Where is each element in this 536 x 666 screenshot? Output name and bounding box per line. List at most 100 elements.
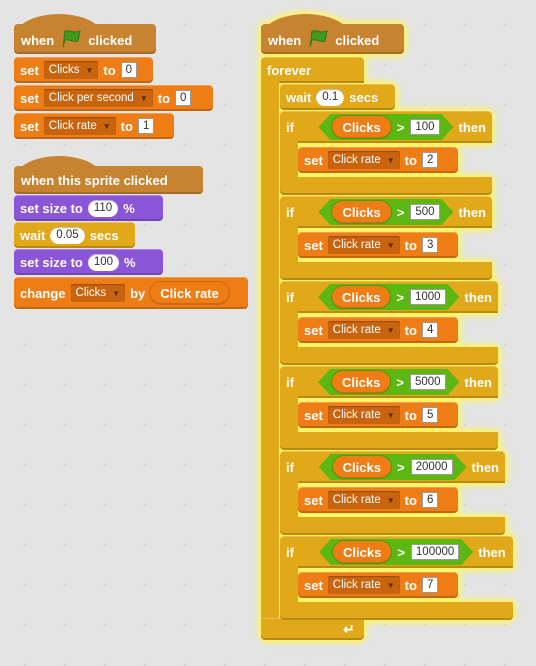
value-input[interactable]: 5 <box>421 407 439 423</box>
set-variable-block[interactable]: set Click rate ▼ to 4 <box>298 317 458 343</box>
to-label: to <box>404 152 417 168</box>
greater-than-operator[interactable]: Clicks > 20000 <box>319 454 467 480</box>
operator-label: > <box>396 204 405 220</box>
value-input[interactable]: 4 <box>421 322 439 338</box>
dropdown-value: Click rate <box>332 239 381 251</box>
threshold-input[interactable]: 500 <box>410 204 439 220</box>
variable-dropdown[interactable]: Click rate ▼ <box>327 406 400 424</box>
set-label: set <box>304 322 323 338</box>
greater-than-operator[interactable]: Clicks > 5000 <box>318 369 460 395</box>
if-header[interactable]: if Clicks > 5000 then <box>280 366 498 398</box>
dropdown-value: Click rate <box>332 494 381 506</box>
clicks-reporter[interactable]: Clicks <box>332 371 390 393</box>
threshold-input[interactable]: 5000 <box>410 374 446 390</box>
if-arm <box>280 396 298 436</box>
variable-dropdown[interactable]: Click rate ▼ <box>327 151 400 169</box>
then-label: then <box>458 119 486 135</box>
operator-label: > <box>396 374 404 390</box>
value-input[interactable]: 6 <box>421 492 439 508</box>
threshold-input[interactable]: 100 <box>410 119 439 135</box>
dropdown-value: Click rate <box>332 409 381 421</box>
set-label: set <box>304 152 323 168</box>
then-label: then <box>464 289 492 305</box>
script-forever-loop: when clicked forever ↵ wait 0.1 secs if … <box>0 0 536 666</box>
threshold-input[interactable]: 100000 <box>411 544 459 560</box>
to-label: to <box>404 492 417 508</box>
operator-label: > <box>396 459 405 475</box>
if-label: if <box>286 459 294 475</box>
greater-than-operator[interactable]: Clicks > 100000 <box>319 539 473 565</box>
then-label: then <box>478 544 506 560</box>
variable-dropdown[interactable]: Click rate ▼ <box>327 321 400 339</box>
dropdown-arrow-icon: ▼ <box>386 240 395 250</box>
set-variable-block[interactable]: set Click rate ▼ to 5 <box>298 402 458 428</box>
if-label: if <box>286 544 294 560</box>
clicks-reporter[interactable]: Clicks <box>332 201 390 223</box>
if-arm <box>280 566 298 606</box>
operator-label: > <box>397 544 405 560</box>
set-variable-block[interactable]: set Click rate ▼ to 2 <box>298 147 458 173</box>
forever-label: forever <box>267 62 312 78</box>
variable-dropdown[interactable]: Click rate ▼ <box>327 576 400 594</box>
then-label: then <box>471 459 499 475</box>
forever-footer: ↵ <box>261 618 364 640</box>
threshold-input[interactable]: 20000 <box>411 459 453 475</box>
dropdown-arrow-icon: ▼ <box>386 155 395 165</box>
dropdown-value: Click rate <box>332 154 381 166</box>
if-arm <box>280 481 298 521</box>
if-footer <box>280 602 513 620</box>
variable-dropdown[interactable]: Click rate ▼ <box>327 236 400 254</box>
dropdown-arrow-icon: ▼ <box>386 580 395 590</box>
if-header[interactable]: if Clicks > 1000 then <box>280 281 498 313</box>
if-label: if <box>286 374 294 390</box>
then-label: then <box>458 204 486 220</box>
to-label: to <box>404 322 417 338</box>
greater-than-operator[interactable]: Clicks > 1000 <box>318 284 460 310</box>
if-header[interactable]: if Clicks > 100000 then <box>280 536 513 568</box>
if-header[interactable]: if Clicks > 100 then <box>280 111 492 143</box>
to-label: to <box>404 237 417 253</box>
dropdown-arrow-icon: ▼ <box>386 325 395 335</box>
wait-input[interactable]: 0.1 <box>316 88 345 106</box>
when-label: when <box>268 33 302 48</box>
wait-block[interactable]: wait 0.1 secs <box>280 84 395 110</box>
if-footer <box>280 347 498 365</box>
dropdown-value: Click rate <box>332 324 381 336</box>
if-header[interactable]: if Clicks > 20000 then <box>280 451 505 483</box>
when-flag-clicked-hat[interactable]: when clicked <box>261 14 404 54</box>
to-label: to <box>404 407 417 423</box>
set-variable-block[interactable]: set Click rate ▼ to 6 <box>298 487 458 513</box>
value-input[interactable]: 3 <box>421 237 439 253</box>
value-input[interactable]: 7 <box>421 577 439 593</box>
if-header[interactable]: if Clicks > 500 then <box>280 196 492 228</box>
to-label: to <box>404 577 417 593</box>
greater-than-operator[interactable]: Clicks > 100 <box>318 114 453 140</box>
set-variable-block[interactable]: set Click rate ▼ to 7 <box>298 572 458 598</box>
dropdown-arrow-icon: ▼ <box>386 410 395 420</box>
if-label: if <box>286 289 294 305</box>
variable-dropdown[interactable]: Click rate ▼ <box>327 491 400 509</box>
if-arm <box>280 226 298 266</box>
if-footer <box>280 432 498 450</box>
greater-than-operator[interactable]: Clicks > 500 <box>318 199 453 225</box>
clicks-reporter[interactable]: Clicks <box>332 116 390 138</box>
if-footer <box>280 177 492 195</box>
if-label: if <box>286 119 294 135</box>
value-input[interactable]: 2 <box>421 152 439 168</box>
dropdown-arrow-icon: ▼ <box>386 495 395 505</box>
operator-label: > <box>396 289 404 305</box>
if-footer <box>280 517 505 535</box>
set-variable-block[interactable]: set Click rate ▼ to 3 <box>298 232 458 258</box>
set-label: set <box>304 237 323 253</box>
threshold-input[interactable]: 1000 <box>410 289 446 305</box>
set-label: set <box>304 492 323 508</box>
then-label: then <box>464 374 492 390</box>
clicks-reporter[interactable]: Clicks <box>333 456 391 478</box>
clicks-reporter[interactable]: Clicks <box>332 286 390 308</box>
green-flag-icon <box>309 30 328 48</box>
if-arm <box>280 311 298 351</box>
wait-label: wait <box>286 89 312 105</box>
clicks-reporter[interactable]: Clicks <box>333 541 391 563</box>
dropdown-value: Click rate <box>332 579 381 591</box>
set-label: set <box>304 577 323 593</box>
